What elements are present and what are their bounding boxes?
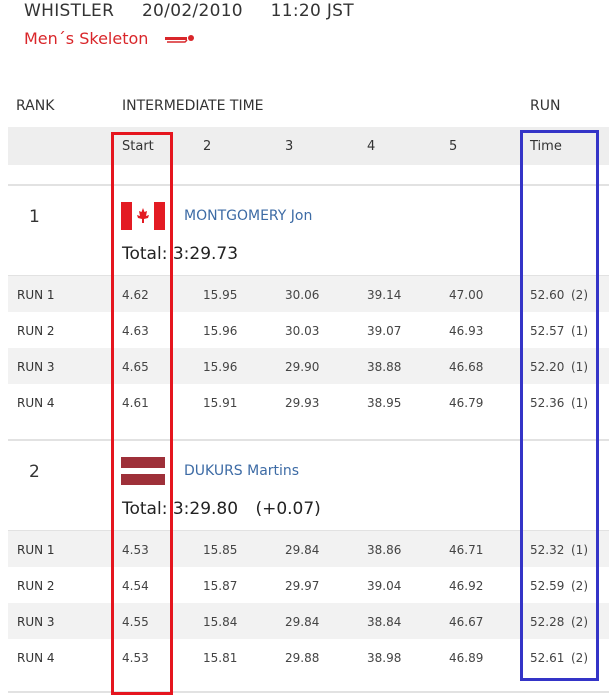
split-3: 29.84 bbox=[285, 615, 320, 629]
split-5: 47.00 bbox=[449, 288, 484, 302]
split-4: 38.86 bbox=[367, 543, 402, 557]
event-title: Men´s Skeleton bbox=[24, 29, 149, 48]
time-label: 11:20 JST bbox=[270, 1, 354, 21]
split-5: 46.68 bbox=[449, 360, 484, 374]
divider bbox=[8, 691, 609, 693]
date-label: 20/02/2010 bbox=[141, 1, 243, 21]
start-column-highlight bbox=[111, 132, 173, 695]
subheader-split-3: 3 bbox=[285, 139, 294, 154]
split-4: 39.04 bbox=[367, 579, 402, 593]
split-2: 15.85 bbox=[203, 543, 238, 557]
run-column-header: RUN bbox=[530, 98, 561, 114]
divider bbox=[8, 184, 609, 186]
split-5: 46.89 bbox=[449, 651, 484, 665]
run-label: RUN 4 bbox=[17, 396, 55, 410]
split-3: 29.88 bbox=[285, 651, 320, 665]
split-2: 15.91 bbox=[203, 396, 238, 410]
split-2: 15.96 bbox=[203, 324, 238, 338]
split-4: 38.95 bbox=[367, 396, 402, 410]
split-5: 46.93 bbox=[449, 324, 484, 338]
athlete-name-link[interactable]: MONTGOMERY Jon bbox=[184, 208, 312, 224]
venue-label: WHISTLER bbox=[24, 1, 115, 21]
intermediate-column-header: INTERMEDIATE TIME bbox=[122, 98, 264, 114]
split-4: 39.14 bbox=[367, 288, 402, 302]
split-3: 30.06 bbox=[285, 288, 320, 302]
divider bbox=[8, 439, 609, 441]
split-5: 46.67 bbox=[449, 615, 484, 629]
total-diff: (+0.07) bbox=[255, 499, 321, 519]
split-5: 46.92 bbox=[449, 579, 484, 593]
split-4: 39.07 bbox=[367, 324, 402, 338]
subheader-row bbox=[8, 127, 609, 165]
run-label: RUN 1 bbox=[17, 543, 55, 557]
split-3: 29.84 bbox=[285, 543, 320, 557]
subheader-split-4: 4 bbox=[367, 139, 376, 154]
run-label: RUN 4 bbox=[17, 651, 55, 665]
split-3: 30.03 bbox=[285, 324, 320, 338]
run-label: RUN 1 bbox=[17, 288, 55, 302]
subheader-split-2: 2 bbox=[203, 139, 212, 154]
subheader-split-5: 5 bbox=[449, 139, 458, 154]
run-label: RUN 3 bbox=[17, 360, 55, 374]
skeleton-sled-icon bbox=[165, 35, 194, 43]
run-label: RUN 2 bbox=[17, 579, 55, 593]
rank-value: 2 bbox=[29, 462, 40, 482]
split-2: 15.95 bbox=[203, 288, 238, 302]
run-label: RUN 2 bbox=[17, 324, 55, 338]
split-3: 29.90 bbox=[285, 360, 320, 374]
split-4: 38.84 bbox=[367, 615, 402, 629]
athlete-name-link[interactable]: DUKURS Martins bbox=[184, 463, 299, 479]
time-column-highlight bbox=[520, 130, 599, 681]
split-4: 38.98 bbox=[367, 651, 402, 665]
split-2: 15.81 bbox=[203, 651, 238, 665]
split-3: 29.97 bbox=[285, 579, 320, 593]
run-label: RUN 3 bbox=[17, 615, 55, 629]
rank-value: 1 bbox=[29, 207, 40, 227]
split-2: 15.87 bbox=[203, 579, 238, 593]
split-2: 15.96 bbox=[203, 360, 238, 374]
rank-column-header: RANK bbox=[16, 98, 55, 114]
event-header: WHISTLER 20/02/2010 11:20 JST bbox=[24, 1, 354, 21]
split-5: 46.71 bbox=[449, 543, 484, 557]
split-5: 46.79 bbox=[449, 396, 484, 410]
split-3: 29.93 bbox=[285, 396, 320, 410]
split-4: 38.88 bbox=[367, 360, 402, 374]
split-2: 15.84 bbox=[203, 615, 238, 629]
